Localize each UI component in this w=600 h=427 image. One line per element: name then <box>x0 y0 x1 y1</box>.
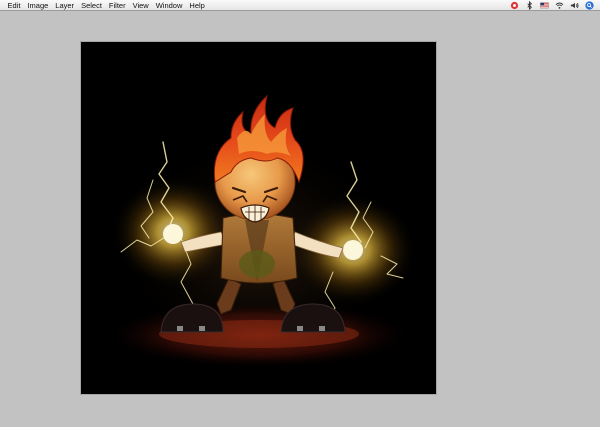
menu-view[interactable]: View <box>129 0 152 11</box>
document-image[interactable] <box>81 42 436 394</box>
wifi-icon[interactable] <box>555 1 564 10</box>
menu-bar: Edit Image Layer Select Filter View Wind… <box>0 0 600 11</box>
menu-extras <box>504 0 600 11</box>
canvas-area[interactable] <box>0 12 600 427</box>
menu-select[interactable]: Select <box>78 0 106 11</box>
menu-help[interactable]: Help <box>186 0 208 11</box>
spotlight-icon[interactable] <box>585 0 594 10</box>
menu-layer[interactable]: Layer <box>52 0 78 11</box>
menu-items: Edit Image Layer Select Filter View Wind… <box>0 0 208 11</box>
app-badge-icon[interactable] <box>510 1 519 10</box>
menu-window[interactable]: Window <box>152 0 186 11</box>
bluetooth-icon[interactable] <box>525 0 534 10</box>
menu-edit[interactable]: Edit <box>4 0 24 11</box>
volume-icon[interactable] <box>570 1 579 10</box>
menu-image[interactable]: Image <box>24 0 52 11</box>
flag-icon[interactable] <box>540 1 549 10</box>
fire-character-artwork <box>81 42 436 394</box>
menu-filter[interactable]: Filter <box>105 0 129 11</box>
